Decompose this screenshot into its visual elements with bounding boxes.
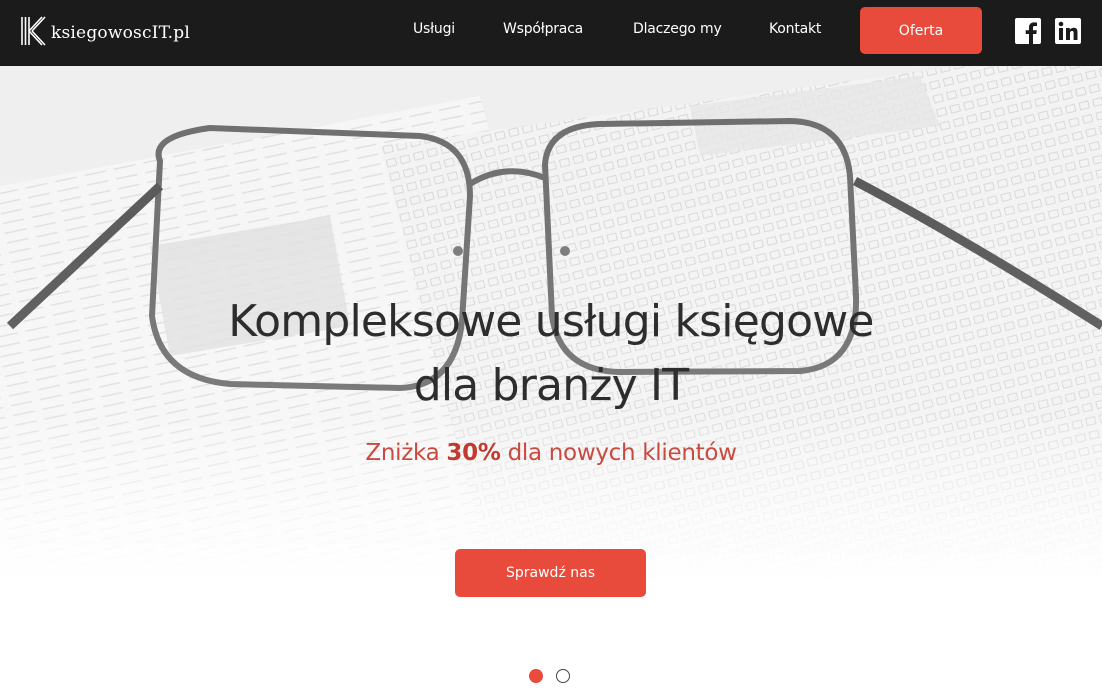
oferta-button[interactable]: Oferta bbox=[860, 7, 982, 54]
nav-link-dlaczego-my[interactable]: Dlaczego my bbox=[633, 21, 722, 37]
hero-subtitle: Zniżka 30% dla nowych klientów bbox=[0, 440, 1102, 466]
k-monogram-icon bbox=[21, 16, 46, 46]
brand-name: ksiegowoscIT.pl bbox=[51, 23, 190, 43]
hero-subtitle-suffix: dla nowych klientów bbox=[500, 440, 737, 466]
nav-link-kontakt[interactable]: Kontakt bbox=[769, 21, 821, 37]
discount-value: 30% bbox=[446, 440, 501, 466]
slide-indicator-2[interactable] bbox=[556, 669, 570, 683]
facebook-icon[interactable] bbox=[1015, 18, 1041, 44]
hero-title: Kompleksowe usługi księgowe dla branży I… bbox=[0, 290, 1102, 418]
nav-link-wspolpraca[interactable]: Współpraca bbox=[503, 21, 583, 37]
hero-section: Kompleksowe usługi księgowe dla branży I… bbox=[0, 66, 1102, 700]
navbar: ksiegowoscIT.pl Usługi Współpraca Dlacze… bbox=[0, 0, 1102, 66]
hero-subtitle-prefix: Zniżka bbox=[365, 440, 447, 466]
slide-indicator-1-active[interactable] bbox=[529, 669, 543, 683]
linkedin-icon[interactable] bbox=[1055, 18, 1081, 44]
hero-title-line-2: dla branży IT bbox=[413, 360, 689, 411]
hero-title-line-1: Kompleksowe usługi księgowe bbox=[228, 296, 874, 347]
sprawdz-nas-button[interactable]: Sprawdź nas bbox=[455, 549, 646, 597]
nav-link-uslugi[interactable]: Usługi bbox=[413, 21, 455, 37]
brand-logo[interactable]: ksiegowoscIT.pl bbox=[20, 15, 190, 47]
